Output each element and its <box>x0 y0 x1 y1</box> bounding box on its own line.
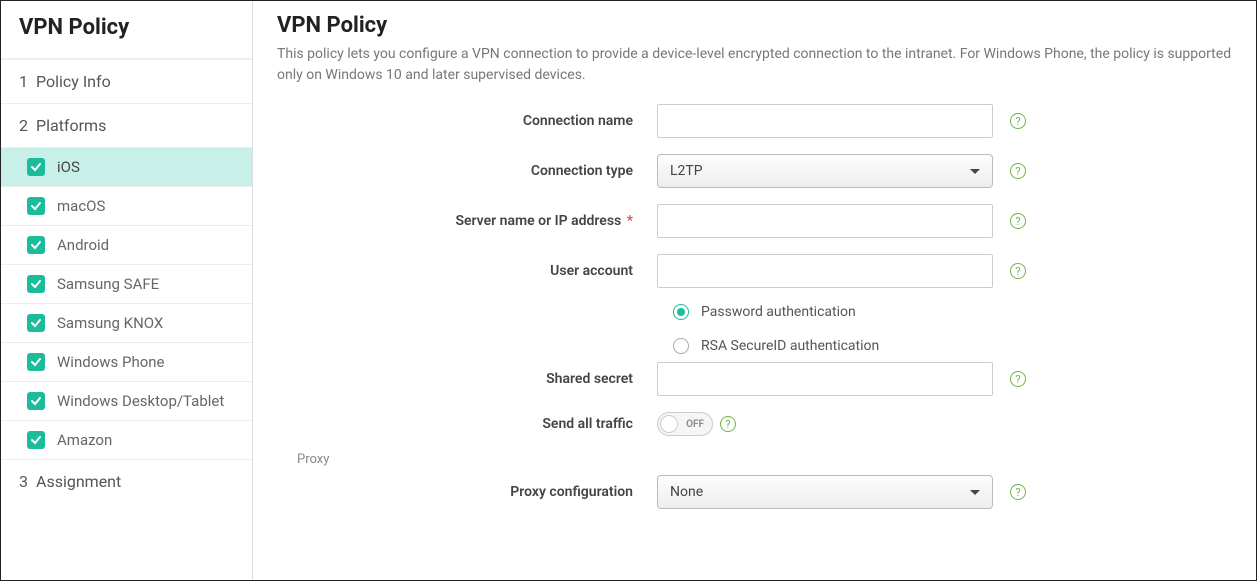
step-number: 1 <box>19 72 28 91</box>
sidebar-item-label: Samsung KNOX <box>57 314 163 332</box>
connection-type-select[interactable]: L2TP <box>657 154 993 188</box>
sidebar-item-samsung-knox[interactable]: Samsung KNOX <box>1 303 252 342</box>
radio-icon <box>673 304 689 320</box>
select-value: None <box>670 484 703 500</box>
row-auth-method: Password authentication RSA SecureID aut… <box>277 304 1232 354</box>
chevron-down-icon <box>970 490 980 495</box>
row-connection-type: Connection type L2TP ? <box>277 154 1232 188</box>
label-text: Server name or IP address <box>455 213 621 229</box>
sidebar-item-windows-phone[interactable]: Windows Phone <box>1 342 252 381</box>
sidebar-item-windows-desktop-tablet[interactable]: Windows Desktop/Tablet <box>1 381 252 420</box>
server-name-input[interactable] <box>657 204 993 238</box>
row-shared-secret: Shared secret ? <box>277 362 1232 396</box>
step-number: 2 <box>19 116 28 135</box>
required-mark: * <box>627 213 633 229</box>
label-user-account: User account <box>277 263 657 279</box>
sidebar-item-ios[interactable]: iOS <box>1 147 252 186</box>
label-send-all-traffic: Send all traffic <box>277 416 657 432</box>
label-shared-secret: Shared secret <box>277 371 657 387</box>
auth-radio-group: Password authentication RSA SecureID aut… <box>657 304 1232 354</box>
sidebar-item-android[interactable]: Android <box>1 225 252 264</box>
sidebar-step-policy-info[interactable]: 1 Policy Info <box>1 59 252 103</box>
section-proxy-label: Proxy <box>297 452 1232 467</box>
help-icon[interactable]: ? <box>1010 484 1026 500</box>
user-account-input[interactable] <box>657 254 993 288</box>
toggle-label: OFF <box>686 419 704 430</box>
sidebar-item-label: macOS <box>57 197 105 215</box>
chevron-down-icon <box>970 169 980 174</box>
label-proxy-configuration: Proxy configuration <box>277 484 657 500</box>
row-server-name: Server name or IP address * ? <box>277 204 1232 238</box>
step-number: 3 <box>19 472 28 491</box>
sidebar-item-amazon[interactable]: Amazon <box>1 420 252 459</box>
connection-name-input[interactable] <box>657 104 993 138</box>
help-icon[interactable]: ? <box>1010 213 1026 229</box>
check-icon <box>27 236 45 254</box>
label-server-name: Server name or IP address * <box>277 213 657 229</box>
check-icon <box>27 314 45 332</box>
help-icon[interactable]: ? <box>1010 163 1026 179</box>
sidebar-item-label: Windows Desktop/Tablet <box>57 392 224 410</box>
radio-password-auth[interactable]: Password authentication <box>673 304 1232 320</box>
help-icon[interactable]: ? <box>720 416 736 432</box>
check-icon <box>27 158 45 176</box>
sidebar-item-label: Amazon <box>57 431 112 449</box>
sidebar-item-label: Android <box>57 236 109 254</box>
sidebar-item-macos[interactable]: macOS <box>1 186 252 225</box>
toggle-knob <box>660 415 678 433</box>
label-connection-type: Connection type <box>277 163 657 179</box>
help-icon[interactable]: ? <box>1010 113 1026 129</box>
sidebar-step-platforms[interactable]: 2 Platforms <box>1 103 252 147</box>
help-icon[interactable]: ? <box>1010 263 1026 279</box>
row-connection-name: Connection name ? <box>277 104 1232 138</box>
step-label: Platforms <box>36 116 106 135</box>
sidebar: VPN Policy 1 Policy Info 2 Platforms iOS… <box>1 1 253 580</box>
row-send-all-traffic: Send all traffic OFF ? <box>277 412 1232 436</box>
sidebar-item-samsung-safe[interactable]: Samsung SAFE <box>1 264 252 303</box>
radio-label: RSA SecureID authentication <box>701 338 879 354</box>
check-icon <box>27 392 45 410</box>
sidebar-title: VPN Policy <box>1 1 252 59</box>
radio-label: Password authentication <box>701 304 856 320</box>
sidebar-item-label: Windows Phone <box>57 353 165 371</box>
step-label: Policy Info <box>36 72 111 91</box>
sidebar-item-label: Samsung SAFE <box>57 275 159 293</box>
step-label: Assignment <box>36 472 121 491</box>
check-icon <box>27 275 45 293</box>
page-description: This policy lets you configure a VPN con… <box>277 44 1232 86</box>
radio-icon <box>673 338 689 354</box>
platform-list: iOS macOS Android Samsung SAFE <box>1 147 252 459</box>
proxy-configuration-select[interactable]: None <box>657 475 993 509</box>
check-icon <box>27 431 45 449</box>
sidebar-item-label: iOS <box>57 158 80 176</box>
radio-rsa-auth[interactable]: RSA SecureID authentication <box>673 338 1232 354</box>
check-icon <box>27 353 45 371</box>
check-icon <box>27 197 45 215</box>
select-value: L2TP <box>670 163 703 179</box>
sidebar-step-assignment[interactable]: 3 Assignment <box>1 459 252 503</box>
help-icon[interactable]: ? <box>1010 371 1026 387</box>
shared-secret-input[interactable] <box>657 362 993 396</box>
main-content: VPN Policy This policy lets you configur… <box>253 1 1256 580</box>
page-title: VPN Policy <box>277 13 1232 38</box>
label-connection-name: Connection name <box>277 113 657 129</box>
row-proxy-configuration: Proxy configuration None ? <box>277 475 1232 509</box>
row-user-account: User account ? <box>277 254 1232 288</box>
send-all-traffic-toggle[interactable]: OFF <box>657 412 713 436</box>
